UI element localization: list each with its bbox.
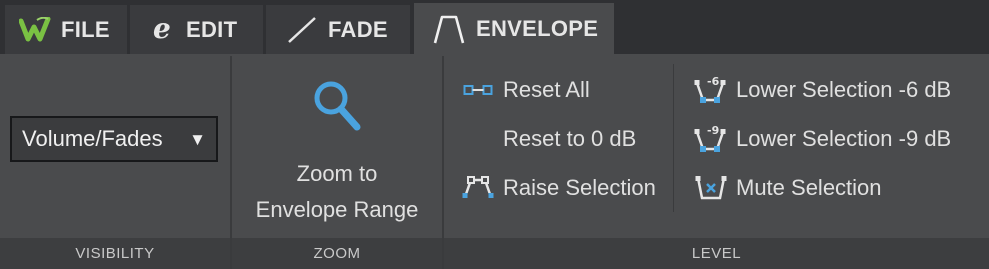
group-footer-visibility: VISIBILITY [0,238,230,269]
tab-envelope-label: ENVELOPE [476,15,599,41]
svg-text:e: e [153,16,171,44]
raise-selection-button[interactable]: Raise Selection [461,173,656,203]
raise-selection-icon [461,173,495,203]
tab-fade-label: FADE [328,16,388,42]
lower-selection-6db-icon: -6 [694,75,728,105]
zoom-label-line2: Envelope Range [255,197,419,222]
group-footer-level: LEVEL [444,238,989,269]
zoom-to-envelope-range-button[interactable]: Zoom to Envelope Range [244,68,430,226]
column-separator [673,64,674,212]
tab-file-label: FILE [61,16,110,42]
reset-all-button[interactable]: Reset All [461,75,590,105]
envelope-shape-icon [432,13,466,45]
wavelab-logo-icon [19,16,51,43]
group-footer-zoom: ZOOM [232,238,442,269]
minus6-icon-text: -6 [707,75,720,88]
level-group-label: LEVEL [691,245,742,262]
fade-line-icon [286,15,318,45]
reset-all-label: Reset All [503,77,590,102]
zoom-label-line1: Zoom to [296,161,378,186]
lower-selection-9db-label: Lower Selection -9 dB [736,126,952,151]
lower-selection-9db-icon: -9 [694,124,728,154]
edit-e-icon: e [152,16,176,44]
visibility-group-label: VISIBILITY [75,245,155,262]
tab-fade[interactable]: FADE [266,5,410,54]
reset-all-icon [461,75,495,105]
reset-to-0db-label: Reset to 0 dB [503,126,637,151]
tab-file[interactable]: FILE [5,5,127,54]
raise-selection-label: Raise Selection [503,175,656,200]
visibility-dropdown[interactable]: Volume/Fades ▼ [10,116,218,162]
lower-selection-6db-button[interactable]: -6 Lower Selection -6 dB [694,75,951,105]
mute-selection-icon [694,173,728,203]
reset-to-0db-button[interactable]: Reset to 0 dB [503,124,636,154]
zoom-button-label: Zoom to Envelope Range [244,156,430,228]
ribbon-tab-bar: FILE e EDIT FADE ENVELOPE [0,0,989,54]
mute-selection-label: Mute Selection [736,175,882,200]
dropdown-arrow-icon: ▼ [189,130,206,149]
zoom-group-label: ZOOM [313,245,361,262]
tab-edit-label: EDIT [186,16,238,42]
tab-envelope[interactable]: ENVELOPE [414,3,614,54]
group-visibility: Volume/Fades ▼ VISIBILITY [0,54,230,269]
ribbon-panel: Volume/Fades ▼ VISIBILITY ZOOM Zoom to E… [0,54,989,269]
mute-selection-button[interactable]: Mute Selection [694,173,882,203]
lower-selection-6db-label: Lower Selection -6 dB [736,77,952,102]
minus9-icon-text: -9 [707,124,719,137]
magnifier-icon [310,78,364,139]
visibility-dropdown-value: Volume/Fades [22,126,163,151]
lower-selection-9db-button[interactable]: -9 Lower Selection -9 dB [694,124,951,154]
tab-edit[interactable]: e EDIT [130,5,263,54]
